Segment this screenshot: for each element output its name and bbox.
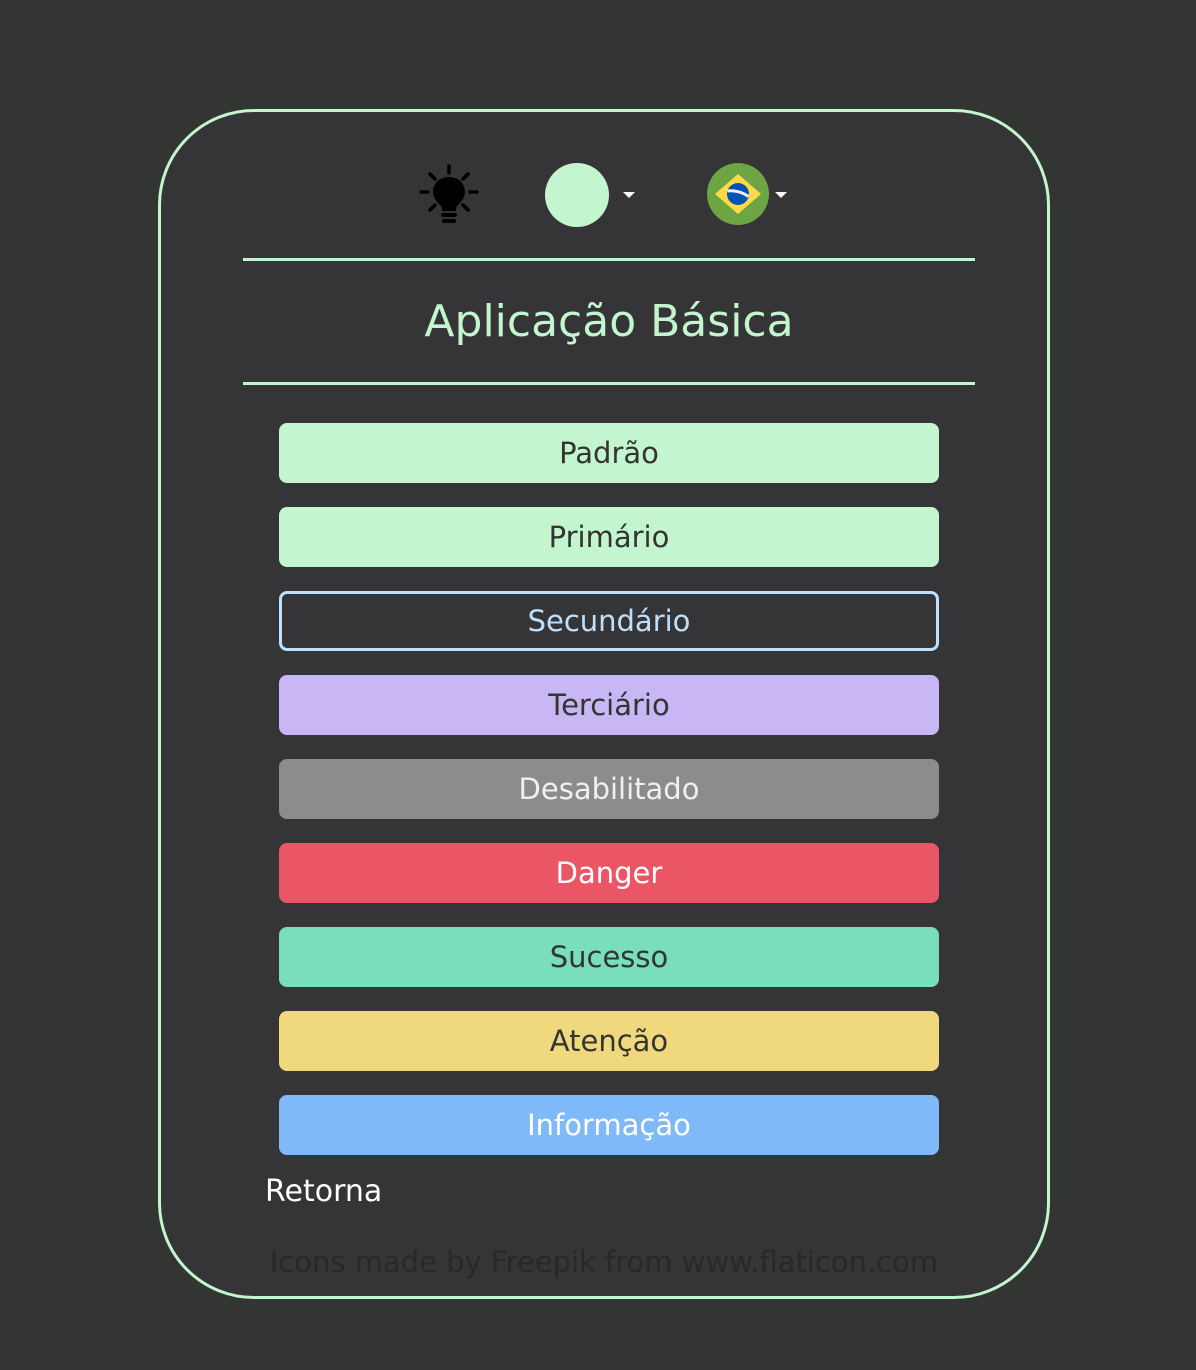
secondary-button[interactable]: Secundário [279,591,939,651]
brazil-flag-icon [707,163,769,225]
disabled-button: Desabilitado [279,759,939,819]
caret-down-icon [623,192,635,198]
toolbar [161,112,1047,262]
theme-color-circle-icon [545,163,609,227]
language-dropdown[interactable] [707,163,791,227]
caret-down-icon [775,192,787,198]
tertiary-button[interactable]: Terciário [279,675,939,735]
default-button[interactable]: Padrão [279,423,939,483]
danger-button[interactable]: Danger [279,843,939,903]
primary-button[interactable]: Primário [279,507,939,567]
back-link[interactable]: Retorna [265,1170,382,1214]
header-divider-top [243,258,975,261]
icon-credits: Icons made by Freepik from www.flaticon.… [269,1245,939,1279]
lightbulb-icon[interactable] [419,164,479,226]
main-card: Aplicação Básica Padrão Primário Secundá… [158,109,1050,1299]
page-title: Aplicação Básica [424,296,794,347]
success-button[interactable]: Sucesso [279,927,939,987]
button-list: Padrão Primário Secundário Terciário Des… [279,423,939,1179]
warning-button[interactable]: Atenção [279,1011,939,1071]
theme-color-dropdown[interactable] [545,163,639,227]
info-button[interactable]: Informação [279,1095,939,1155]
header-divider-bottom [243,382,975,385]
